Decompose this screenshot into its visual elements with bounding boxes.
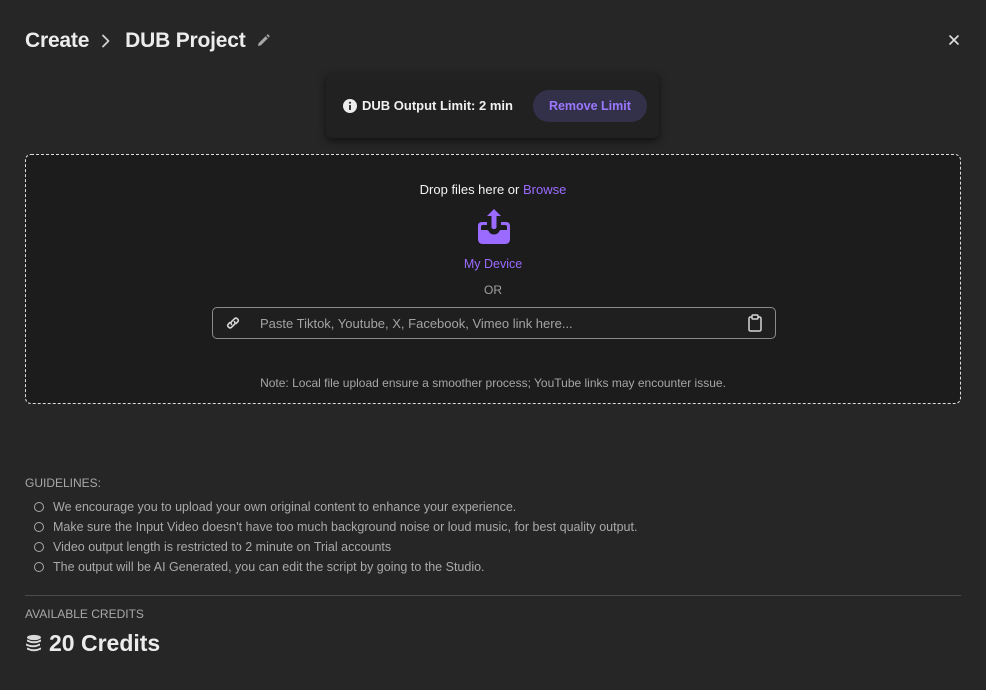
upload-note: Note: Local file upload ensure a smoothe… xyxy=(260,376,726,390)
coins-icon xyxy=(25,634,42,653)
guidelines-title: GUIDELINES: xyxy=(25,476,102,490)
drop-instructions: Drop files here or Browse xyxy=(26,182,960,197)
my-device-link[interactable]: My Device xyxy=(26,257,960,271)
output-limit-banner: DUB Output Limit: 2 min Remove Limit xyxy=(326,73,659,138)
bullet-circle-icon xyxy=(34,562,44,572)
guideline-item: Make sure the Input Video doesn't have t… xyxy=(34,517,637,537)
credits-display: 20 Credits xyxy=(25,630,160,657)
guideline-text: The output will be AI Generated, you can… xyxy=(53,560,485,574)
section-divider xyxy=(25,595,961,596)
or-separator: OR xyxy=(484,283,502,297)
info-icon xyxy=(343,98,357,113)
pencil-icon[interactable] xyxy=(256,34,270,48)
clipboard-icon[interactable] xyxy=(747,314,763,332)
project-title: DUB Project xyxy=(125,29,246,52)
upload-tray-icon[interactable] xyxy=(476,208,512,246)
guideline-item: The output will be AI Generated, you can… xyxy=(34,557,637,577)
guideline-text: Make sure the Input Video doesn't have t… xyxy=(53,520,638,534)
close-icon[interactable] xyxy=(946,32,962,48)
video-link-field[interactable] xyxy=(212,307,776,339)
guideline-item: We encourage you to upload your own orig… xyxy=(34,497,637,517)
guideline-text: We encourage you to upload your own orig… xyxy=(53,500,517,514)
browse-link[interactable]: Browse xyxy=(523,182,566,197)
remove-limit-button[interactable]: Remove Limit xyxy=(532,89,647,122)
guideline-item: Video output length is restricted to 2 m… xyxy=(34,537,637,557)
chevron-right-icon xyxy=(101,34,111,48)
bullet-circle-icon xyxy=(34,522,44,532)
file-drop-zone[interactable]: Drop files here or Browse My Device OR N… xyxy=(25,154,961,404)
breadcrumb: Create DUB Project xyxy=(25,28,270,54)
guidelines-list: We encourage you to upload your own orig… xyxy=(34,497,637,577)
output-limit-text: DUB Output Limit: 2 min xyxy=(362,98,513,113)
guideline-text: Video output length is restricted to 2 m… xyxy=(53,540,392,554)
link-icon xyxy=(224,314,242,332)
breadcrumb-create[interactable]: Create xyxy=(25,29,89,53)
drop-text: Drop files here or xyxy=(419,182,523,197)
video-link-input[interactable] xyxy=(260,315,747,331)
bullet-circle-icon xyxy=(34,542,44,552)
credits-title: AVAILABLE CREDITS xyxy=(25,607,144,621)
bullet-circle-icon xyxy=(34,502,44,512)
credits-value: 20 Credits xyxy=(49,630,161,656)
